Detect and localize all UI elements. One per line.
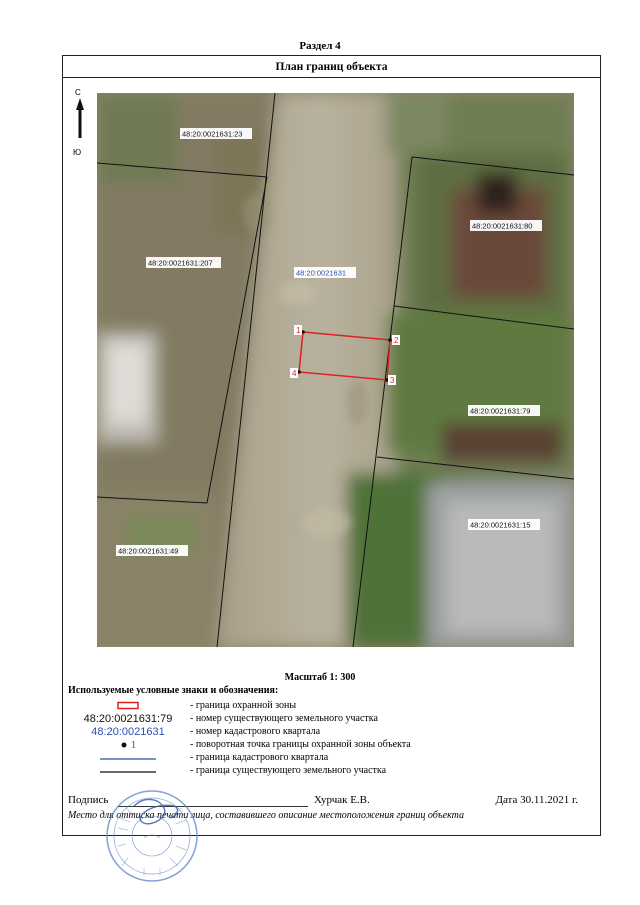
section-title: Раздел 4 [299,40,341,52]
legend-desc: - граница кадастрового квартала [190,752,329,763]
blue-line-icon [68,752,188,765]
legend-item-parcel-boundary: - граница существующего земельного участ… [0,765,540,778]
north-arrow: С Ю [70,88,90,166]
legend-title: Используемые условные знаки и обозначени… [68,685,279,696]
black-line-icon [68,765,188,778]
point-label-2: 2 [394,336,399,345]
parcel-label: 48:20:0021631:80 [472,222,532,231]
parcel-label: 48:20:0021631:79 [470,407,530,416]
legend-item-parcel-number: 48:20:0021631:79 - номер существующего з… [0,713,540,726]
red-rectangle-icon [68,700,188,714]
legend-symbol: 1 [130,739,137,751]
legend-desc: - граница существующего земельного участ… [190,765,387,776]
signature-label: Подпись [68,794,109,806]
scale-label: Масштаб 1: 300 [284,672,356,683]
signature-date: Дата 30.11.2021 г. [495,794,578,806]
legend-symbol: 48:20:0021631:79 [83,713,173,725]
point-icon: 1 [68,739,188,751]
signer-name: Хурчак Е.В. [314,794,370,806]
parcel-label: 48:20:0021631:23 [182,130,242,139]
legend-item-point: 1 - поворотная точка границы охранной зо… [0,739,540,752]
zone-point-2 [388,338,392,342]
legend-desc: - номер кадастрового квартала [190,726,321,737]
legend-desc: - номер существующего земельного участка [190,713,378,724]
legend-item-quarter-boundary: - граница кадастрового квартала [0,752,540,765]
point-label-1: 1 [296,326,301,335]
compass-south-label: Ю [73,148,82,157]
imagery-texture [97,93,574,647]
parcel-label: 48:20:0021631:207 [148,259,213,268]
satellite-map: 1 2 3 4 48:20:0021631:23 48:20:0021631:2… [97,93,574,647]
legend-desc: - граница охранной зоны [190,700,297,711]
legend-symbol: 48:20:0021631 [91,726,165,738]
quarter-label: 48:20:0021631 [296,269,346,278]
legend-desc: - поворотная точка границы охранной зоны… [190,739,411,750]
legend-item-zone: - граница охранной зоны [0,700,540,713]
point-label-3: 3 [390,376,395,385]
parcel-label: 48:20:0021631:49 [118,547,178,556]
map-canvas: 1 2 3 4 48:20:0021631:23 48:20:0021631:2… [97,93,574,647]
parcel-label: 48:20:0021631:15 [470,521,530,530]
seal-stamp [106,790,198,882]
point-label-4: 4 [292,369,297,378]
plan-title: План границ объекта [63,56,600,78]
legend-item-quarter-number: 48:20:0021631 - номер кадастрового кварт… [0,726,540,739]
